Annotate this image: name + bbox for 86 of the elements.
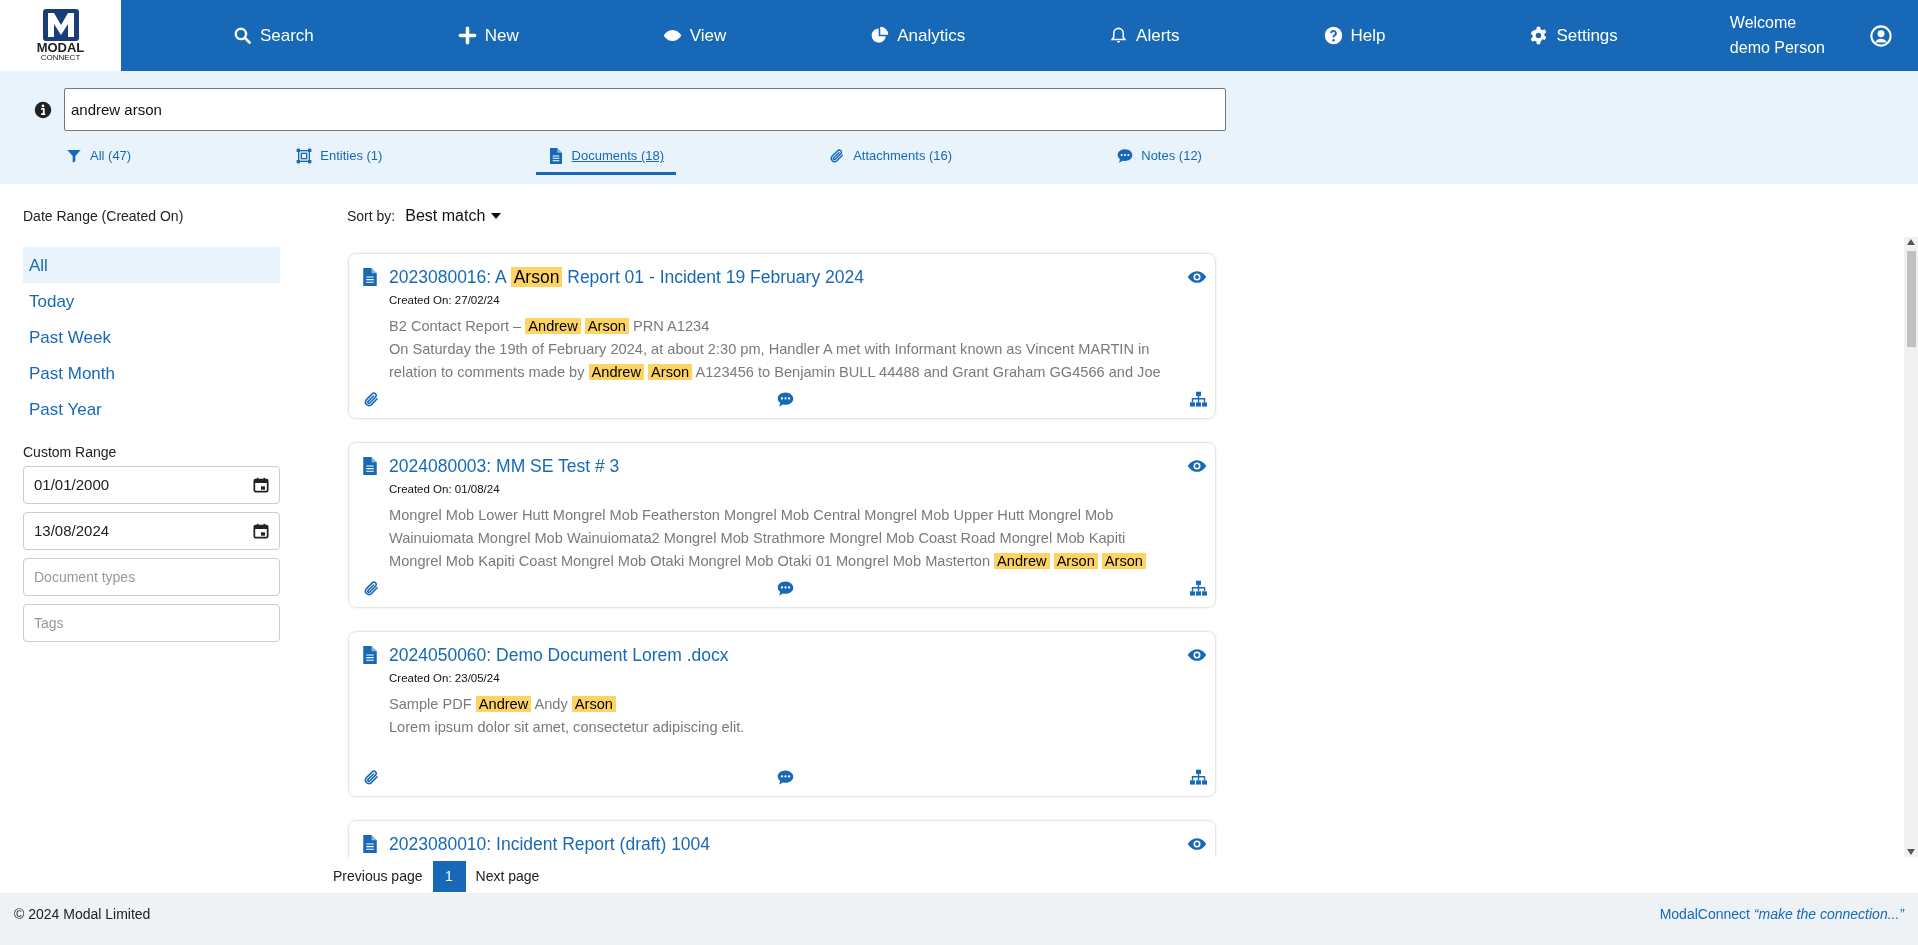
created-date: Created On: 27/02/24 [389, 293, 501, 309]
info-icon [34, 100, 52, 119]
document-types-field[interactable]: Document types [23, 558, 280, 596]
filter-tab[interactable]: Attachments (16) [817, 141, 965, 175]
nav-link[interactable]: Analytics [864, 21, 972, 50]
scrollbar[interactable] [1904, 237, 1918, 857]
date-range-option[interactable]: Today [23, 283, 280, 319]
entity-frame-icon [296, 147, 313, 164]
eye-icon[interactable] [1187, 270, 1207, 284]
nav-link[interactable]: Help [1317, 21, 1392, 50]
tags-field[interactable]: Tags [23, 604, 280, 642]
date-range-heading: Date Range (Created On) [23, 207, 185, 226]
snippet-line: Wainuiomata Mongrel Mob Wainuiomata2 Mongrel Mob Strathmore Mongrel Mob Coast Road Mongrel Mob Kapiti [389, 528, 1127, 548]
document-icon [363, 457, 377, 475]
calendar-icon [253, 477, 269, 493]
document-icon [363, 835, 377, 853]
custom-range-label: Custom Range [23, 443, 118, 462]
snippet-line: Lorem ipsum dolor sit amet, consectetur adipiscing elit. [389, 717, 746, 737]
scroll-up-arrow-icon[interactable] [1907, 239, 1915, 245]
logo[interactable]: MODAL CONNECT [0, 0, 121, 71]
document-icon [547, 147, 564, 164]
snippet-line: relation to comments made by Andrew Arson A123456 to Benjamin BULL 44488 and Grant Graham GG4566 and Joe [389, 362, 1162, 382]
eye-icon[interactable] [1187, 837, 1207, 851]
date-field[interactable]: 13/08/2024 [23, 512, 280, 550]
hierarchy-icon[interactable] [1190, 391, 1207, 408]
search-field[interactable]: andrew arson [64, 88, 1226, 131]
snippet-line: Mongrel Mob Lower Hutt Mongrel Mob Featherston Mongrel Mob Central Mongrel Mob Upper Hutt Mongrel Mob [389, 505, 1115, 525]
search-icon [232, 26, 252, 45]
scrollbar-thumb[interactable] [1906, 251, 1916, 347]
speech-bubble-icon[interactable] [776, 580, 794, 597]
date-range-option[interactable]: Past Month [23, 355, 280, 391]
nav-link[interactable]: New [451, 21, 525, 50]
paperclip-icon[interactable] [363, 391, 380, 408]
snippet-line: On Saturday the 19th of February 2024, at about 2:30 pm, Handler A met with Informant known as Vincent MARTIN in [389, 339, 1151, 359]
snippet-line: B2 Contact Report – Andrew Arson PRN A1234 [389, 316, 711, 336]
user-icon[interactable] [1870, 24, 1892, 47]
paperclip-icon[interactable] [363, 769, 380, 786]
pie-chart-icon [870, 26, 890, 45]
calendar-icon [253, 523, 269, 539]
filter-tab[interactable]: Documents (18) [535, 141, 677, 175]
hierarchy-icon[interactable] [1190, 769, 1207, 786]
nav-link[interactable]: Search [226, 21, 320, 50]
brand-tagline: ModalConnect “make the connection...” [1659, 904, 1904, 924]
speech-bubble-icon[interactable] [776, 391, 794, 408]
caret-icon [491, 213, 502, 219]
bell-icon [1109, 26, 1129, 45]
filter-tab[interactable]: Notes (12) [1105, 141, 1214, 175]
settings-icon [1529, 26, 1549, 45]
date-range-option[interactable]: Past Year [23, 391, 280, 427]
result-title-link[interactable]: 2024080003: MM SE Test # 3 [389, 453, 620, 480]
eye-icon[interactable] [1187, 648, 1207, 662]
funnel-icon [66, 147, 82, 164]
date-field[interactable]: 01/01/2000 [23, 466, 280, 504]
scroll-down-arrow-icon[interactable] [1907, 849, 1915, 855]
nav-link[interactable]: Settings [1523, 21, 1624, 50]
filter-tab[interactable]: Entities (1) [284, 141, 395, 175]
page-number[interactable]: 1 [432, 861, 466, 892]
paperclip-icon[interactable] [363, 580, 380, 597]
snippet-line: Mongrel Mob Kapiti Coast Mongrel Mob Otaki Mongrel Mob Otaki 01 Mongrel Mob Masterton Andrew Arson Arson [389, 549, 1179, 573]
previous-page-link[interactable]: Previous page [331, 866, 425, 887]
sort-label: Sort by: [347, 206, 396, 226]
document-icon [363, 646, 377, 664]
sort-dropdown[interactable]: Best match [405, 204, 502, 228]
logo-mark-icon [42, 9, 79, 41]
date-range-option[interactable]: All [23, 247, 280, 283]
welcome-text: Welcome demo Person [1729, 12, 1825, 58]
eye-icon[interactable] [1187, 459, 1207, 473]
snippet-line: Sample PDF Andrew Andy Arson [389, 692, 1179, 716]
speech-bubble-icon [1117, 147, 1134, 164]
created-date: Created On: 01/08/24 [389, 482, 501, 498]
date-range-option[interactable]: Past Week [23, 319, 280, 355]
help-icon [1323, 26, 1343, 45]
hierarchy-icon[interactable] [1190, 580, 1207, 597]
document-icon [363, 268, 377, 286]
nav-link[interactable]: View [656, 21, 733, 50]
speech-bubble-icon[interactable] [776, 769, 794, 786]
result-title-link[interactable]: 2023080010: Incident Report (draft) 1004 [389, 831, 711, 857]
result-title-link[interactable]: 2024050060: Demo Document Lorem .docx [389, 642, 729, 669]
next-page-link[interactable]: Next page [473, 866, 542, 887]
result-title-link[interactable]: 2023080016: A Arson Report 01 - Incident 19 February 2024 [389, 264, 864, 291]
nav-link[interactable]: Alerts [1103, 21, 1186, 50]
created-date: Created On: 23/05/24 [389, 671, 501, 687]
paperclip-icon [829, 147, 846, 164]
copyright-text: © 2024 Modal Limited [14, 904, 151, 924]
plus-icon [457, 26, 477, 45]
filter-tab[interactable]: All (47) [54, 141, 144, 175]
